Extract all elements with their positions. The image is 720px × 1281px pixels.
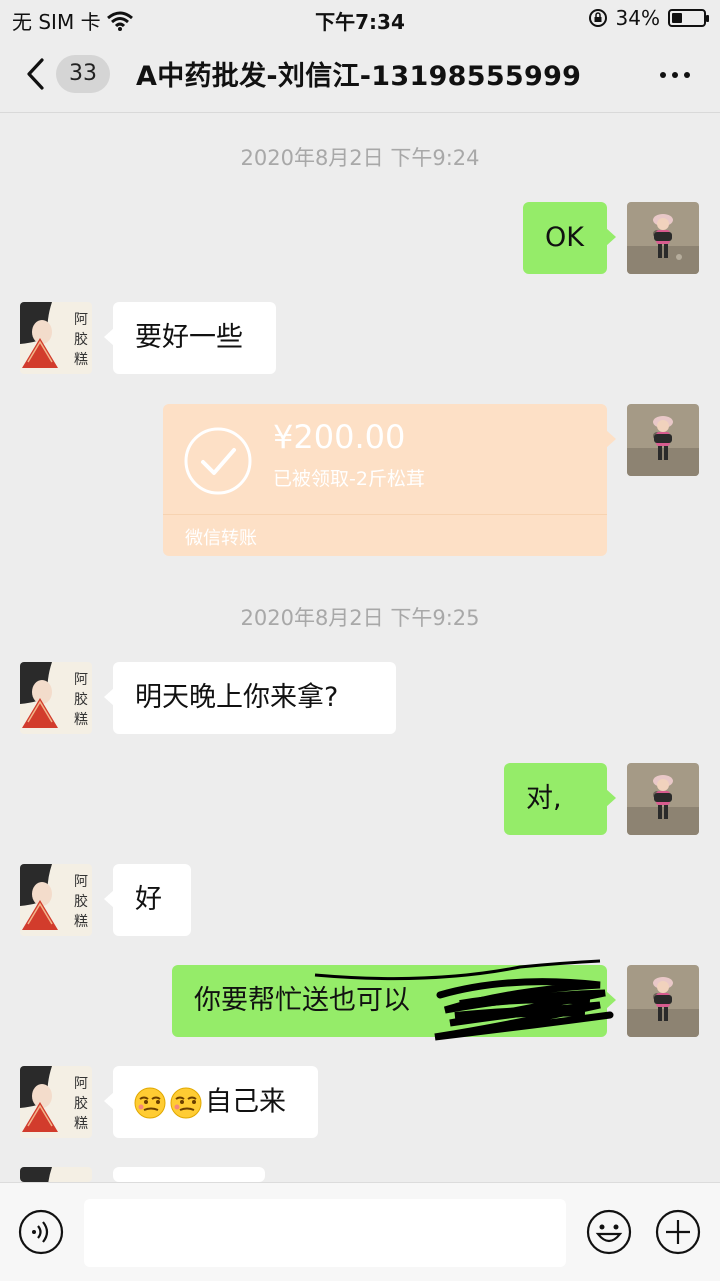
transfer-note: 已被领取-2斤松茸 (273, 468, 425, 490)
battery-group: 34% (588, 6, 709, 30)
battery-percent: 34% (615, 6, 660, 30)
timestamp: 2020年8月2日 下午9:25 (240, 606, 480, 630)
svg-text:胶: 胶 (74, 1095, 88, 1112)
svg-text:阿: 阿 (74, 312, 88, 328)
more-icon[interactable] (660, 72, 690, 78)
contact-avatar[interactable]: 阿 胶 糕 (20, 864, 92, 936)
svg-text:糕: 糕 (74, 712, 88, 728)
message-text: OK (545, 222, 584, 253)
my-avatar[interactable] (627, 404, 699, 476)
message-bubble-theirs[interactable]: 明天晚上你来拿? (104, 662, 396, 734)
contact-avatar[interactable]: 阿 胶 糕 (20, 1066, 92, 1138)
lock-rotation-icon (588, 9, 607, 27)
svg-text:糕: 糕 (74, 352, 88, 368)
message-text: 好 (135, 884, 162, 915)
message-text: 要好一些 (135, 322, 243, 353)
message-bubble-theirs[interactable] (104, 1167, 265, 1211)
svg-text:胶: 胶 (74, 893, 88, 910)
my-avatar[interactable] (627, 763, 699, 835)
message-text: 自己来 (205, 1086, 286, 1118)
message-bubble-mine[interactable]: 对, (504, 763, 616, 835)
transfer-amount: ¥200.00 (273, 418, 406, 456)
status-bar: 无 SIM 卡 下午7:34 34% (0, 0, 720, 36)
svg-text:阿: 阿 (74, 1076, 88, 1092)
input-bar (0, 1182, 720, 1281)
svg-text:阿: 阿 (74, 874, 88, 890)
contact-avatar[interactable] (20, 1167, 92, 1182)
plus-icon[interactable] (654, 1208, 702, 1256)
message-text: 对, (526, 783, 562, 814)
battery-icon (668, 9, 709, 27)
smirk-emoji-icon (170, 1087, 202, 1118)
contact-avatar[interactable]: 阿 胶 糕 (20, 662, 92, 734)
svg-text:胶: 胶 (74, 691, 88, 708)
transfer-footer: 微信转账 (185, 528, 257, 549)
svg-text:糕: 糕 (74, 1116, 88, 1132)
my-avatar[interactable] (627, 965, 699, 1037)
voice-icon[interactable] (18, 1209, 64, 1255)
divider (163, 514, 607, 515)
message-bubble-theirs[interactable]: 要好一些 (104, 302, 276, 374)
message-bubble-theirs[interactable]: 好 (104, 864, 191, 936)
scribble-redaction (314, 959, 614, 1041)
chat-header: 33 A中药批发-刘信江-13198555999 (0, 36, 720, 113)
svg-text:阿: 阿 (74, 672, 88, 688)
unread-count-badge[interactable]: 33 (56, 55, 110, 93)
svg-text:胶: 胶 (74, 331, 88, 348)
back-icon[interactable] (22, 56, 52, 92)
message-input[interactable] (84, 1199, 566, 1267)
message-bubble-theirs[interactable]: 自己来 (104, 1066, 318, 1138)
my-avatar[interactable] (627, 202, 699, 274)
emoji-icon[interactable] (585, 1208, 633, 1256)
timestamp: 2020年8月2日 下午9:24 (240, 146, 480, 170)
message-text: 明天晚上你来拿? (135, 682, 339, 713)
contact-avatar[interactable]: 阿 胶 糕 (20, 302, 92, 374)
check-icon (184, 427, 252, 495)
smirk-emoji-icon (134, 1087, 166, 1118)
chat-title: A中药批发-刘信江-13198555999 (136, 61, 582, 92)
message-bubble-mine[interactable]: OK (523, 202, 616, 274)
transfer-card[interactable]: ¥200.00 已被领取-2斤松茸 微信转账 (163, 404, 616, 556)
svg-text:糕: 糕 (74, 914, 88, 930)
